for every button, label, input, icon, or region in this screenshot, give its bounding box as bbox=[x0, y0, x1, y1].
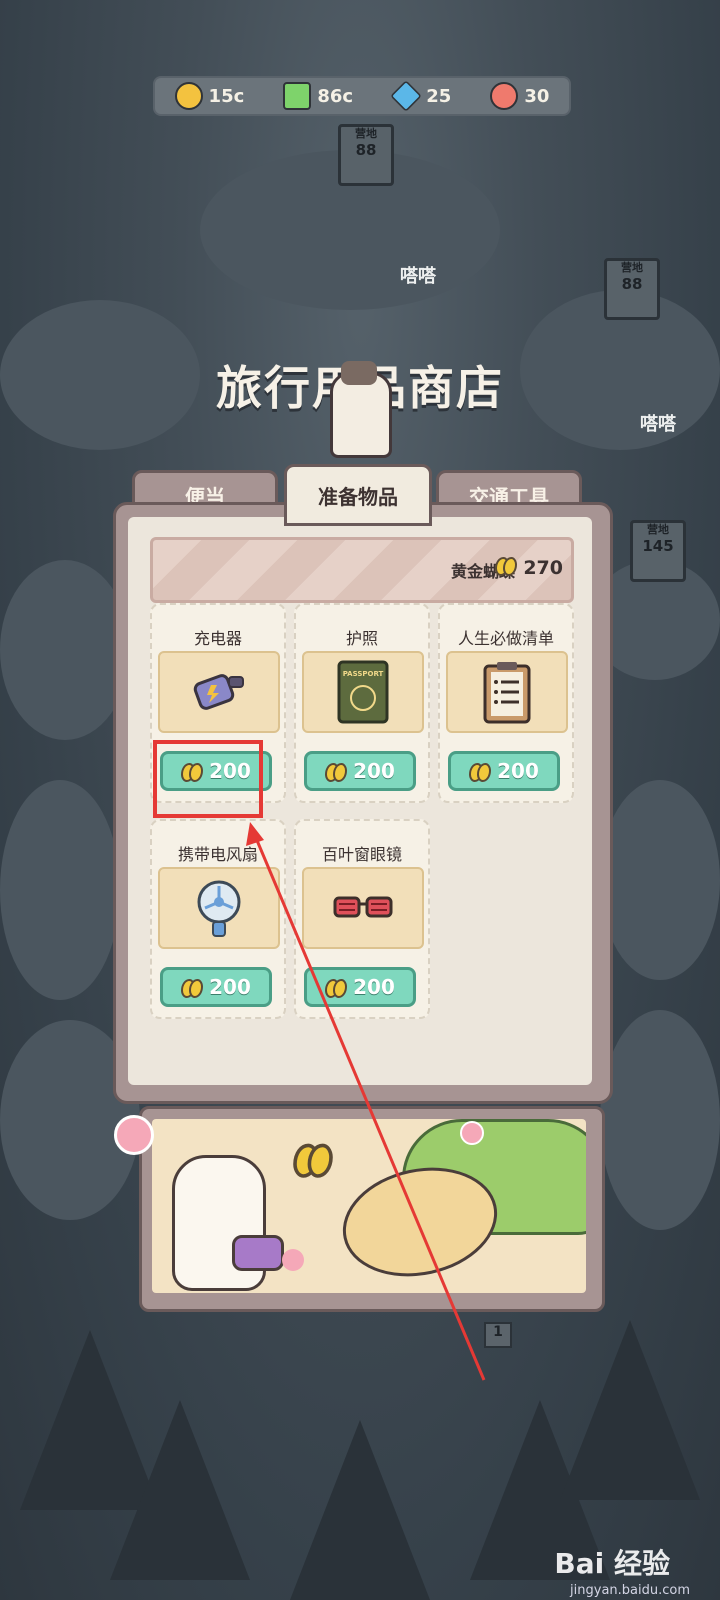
item-price: 200 bbox=[353, 759, 395, 783]
lightning-icon bbox=[283, 82, 312, 110]
passport-icon: PASSPORT bbox=[337, 660, 389, 724]
fan-icon bbox=[197, 880, 241, 937]
gem-value: 25 bbox=[426, 85, 452, 107]
purple-bag-icon bbox=[232, 1235, 284, 1271]
item-image bbox=[302, 867, 424, 949]
item-image bbox=[158, 651, 280, 733]
paw-print-icon bbox=[282, 1249, 304, 1271]
golden-butterfly-icon bbox=[293, 1142, 333, 1178]
item-image: PASSPORT bbox=[302, 651, 424, 733]
plaque-number: 1 bbox=[484, 1322, 512, 1348]
energy-value: 86c bbox=[317, 85, 354, 107]
clipboard-icon bbox=[483, 662, 531, 724]
background-bush bbox=[0, 780, 120, 1000]
coin-counter[interactable]: 15c bbox=[174, 82, 245, 110]
item-name: 护照 bbox=[345, 629, 378, 648]
item-image bbox=[158, 867, 280, 949]
signpost: 营地 145 bbox=[630, 520, 686, 582]
item-name: 百叶窗眼镜 bbox=[321, 845, 402, 864]
golden-butterfly-icon bbox=[181, 978, 204, 998]
signpost-label: 营地 bbox=[621, 261, 643, 274]
charger-icon bbox=[193, 674, 244, 710]
paw-print-icon bbox=[460, 1121, 484, 1145]
pine-tree bbox=[290, 1420, 430, 1600]
gem-counter[interactable]: 25 bbox=[390, 80, 452, 112]
shop-item-passport[interactable]: 护照 PASSPORT 200 bbox=[294, 603, 430, 803]
golden-butterfly-icon bbox=[469, 762, 492, 782]
golden-butterfly-icon bbox=[325, 978, 348, 998]
highlight-box bbox=[153, 740, 263, 818]
energy-counter[interactable]: 86c bbox=[283, 82, 353, 110]
cookie-value: 30 bbox=[524, 85, 550, 107]
balance-value-group: 270 bbox=[494, 556, 563, 579]
banner-artwork bbox=[152, 1119, 586, 1293]
shop-item-bucket-list[interactable]: 人生必做清单 200 bbox=[438, 603, 574, 803]
buy-button[interactable]: 200 bbox=[160, 967, 272, 1007]
balance-bar: 黄金蝴蝶 270 bbox=[150, 537, 574, 603]
gem-icon bbox=[390, 80, 423, 112]
item-name: 携带电风扇 bbox=[177, 845, 258, 864]
baidu-watermark: Bai 经验 bbox=[554, 1547, 670, 1580]
shop-item-shutter-glasses[interactable]: 百叶窗眼镜 200 bbox=[294, 819, 430, 1019]
signpost: 营地 88 bbox=[338, 124, 394, 186]
background-bush bbox=[600, 780, 720, 980]
watermark-url: jingyan.baidu.com bbox=[570, 1583, 690, 1598]
balance-value: 270 bbox=[523, 557, 563, 579]
shop-illustration-banner bbox=[114, 1106, 605, 1312]
paw-print-icon bbox=[114, 1115, 154, 1155]
buy-button[interactable]: 200 bbox=[304, 967, 416, 1007]
buy-button[interactable]: 200 bbox=[304, 751, 416, 791]
tab-preparation-items[interactable]: 准备物品 bbox=[284, 464, 432, 526]
currency-bar: 15c 86c 25 30 bbox=[153, 76, 571, 116]
passport-text: PASSPORT bbox=[343, 670, 384, 678]
signpost-number: 88 bbox=[355, 140, 377, 159]
signpost-number: 88 bbox=[621, 274, 643, 293]
coin-value: 15c bbox=[208, 85, 245, 107]
item-price: 200 bbox=[353, 975, 395, 999]
signpost-label: 营地 bbox=[355, 127, 377, 140]
shop-item-portable-fan[interactable]: 携带电风扇 200 bbox=[150, 819, 286, 1019]
shutter-glasses-icon bbox=[333, 896, 393, 918]
golden-butterfly-icon bbox=[325, 762, 348, 782]
item-name: 人生必做清单 bbox=[457, 629, 554, 648]
item-name: 充电器 bbox=[193, 629, 242, 648]
item-price: 200 bbox=[209, 975, 251, 999]
cat-mascot-peeking bbox=[330, 361, 392, 458]
signpost-number: 145 bbox=[642, 536, 674, 555]
sound-effect-text: 嗒嗒 bbox=[400, 266, 436, 287]
signpost: 营地 88 bbox=[604, 258, 660, 320]
background-bush bbox=[600, 1010, 720, 1230]
cookie-icon bbox=[490, 82, 519, 110]
coin-icon bbox=[174, 82, 203, 110]
pine-tree bbox=[110, 1400, 250, 1580]
buy-button[interactable]: 200 bbox=[448, 751, 560, 791]
signpost-label: 营地 bbox=[647, 523, 669, 536]
item-price: 200 bbox=[497, 759, 539, 783]
tab-label: 准备物品 bbox=[318, 484, 398, 509]
background-bush bbox=[0, 560, 130, 740]
pine-tree bbox=[560, 1320, 700, 1500]
cookie-counter[interactable]: 30 bbox=[490, 82, 549, 110]
item-image bbox=[446, 651, 568, 733]
golden-butterfly-icon bbox=[494, 556, 517, 576]
